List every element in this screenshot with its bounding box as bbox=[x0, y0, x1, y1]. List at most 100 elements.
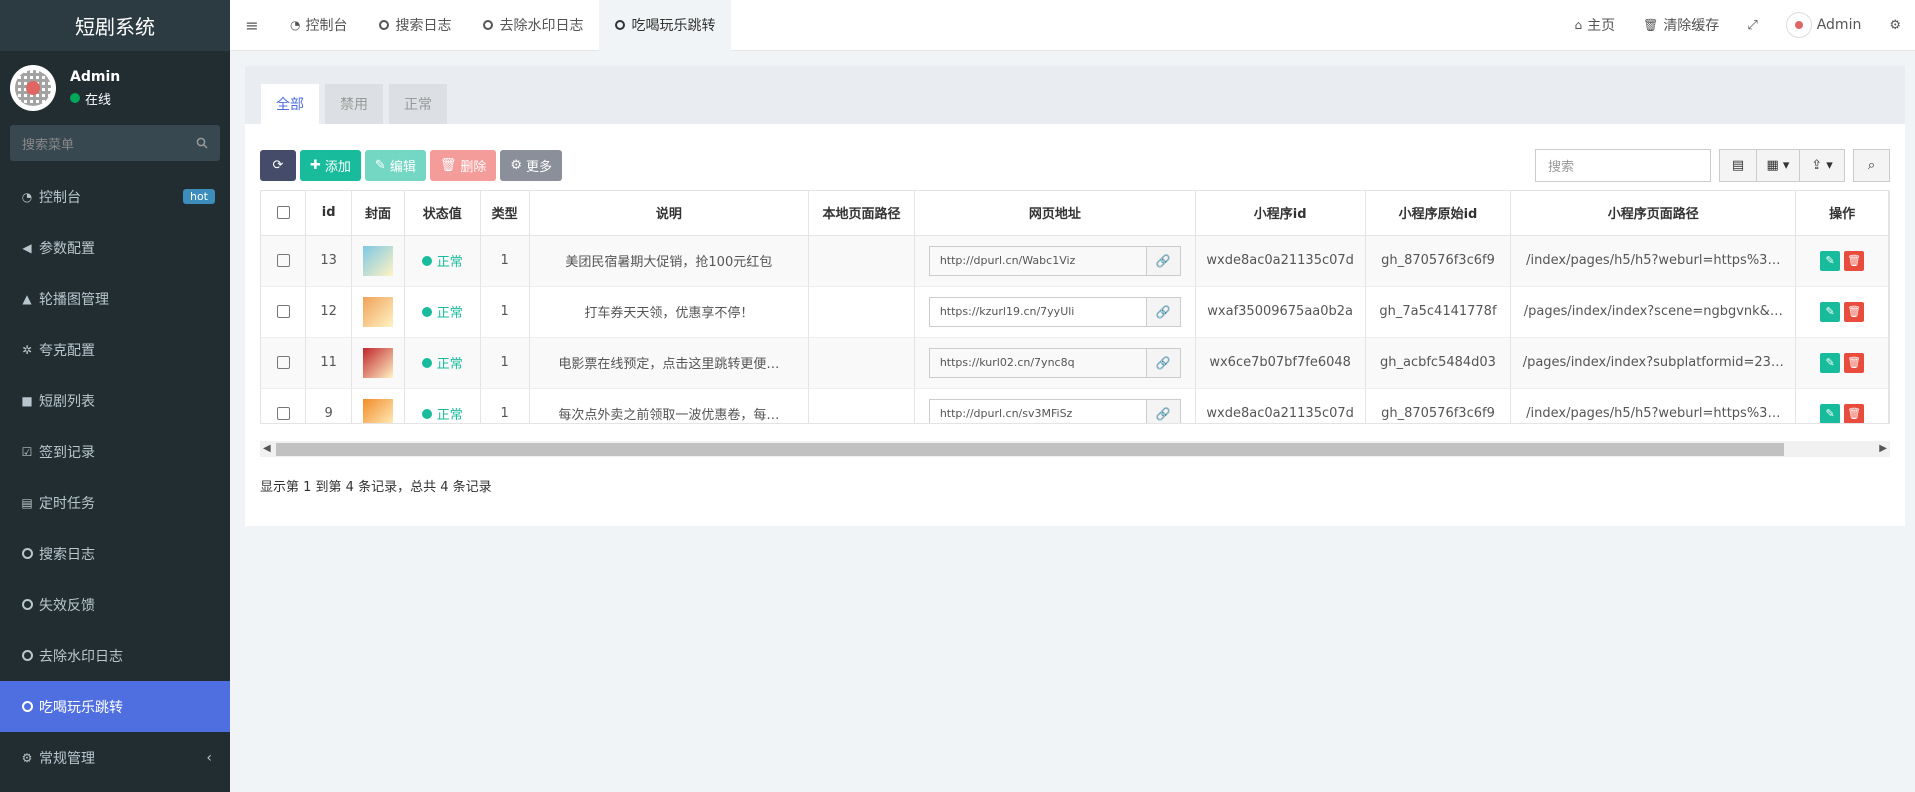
url-text[interactable]: https://kzurl19.cn/7yyUli bbox=[930, 298, 1146, 326]
table-search-input[interactable]: 搜索 bbox=[1535, 148, 1711, 182]
sidebar-item-drama-list[interactable]: ■ 短剧列表 bbox=[0, 375, 230, 426]
edit-row-button[interactable]: ✎ bbox=[1820, 301, 1841, 322]
cover-thumbnail[interactable] bbox=[363, 347, 393, 378]
url-field[interactable]: http://dpurl.cn/Wabc1Viz 🔗 bbox=[928, 245, 1181, 276]
tab-normal[interactable]: 正常 bbox=[389, 84, 447, 124]
row-select-cell[interactable] bbox=[261, 388, 307, 423]
sidebar-item-feedback[interactable]: 失效反馈 bbox=[0, 579, 230, 630]
edit-row-button[interactable]: ✎ bbox=[1820, 403, 1841, 423]
horizontal-scrollbar[interactable]: ◀ ▶ bbox=[260, 441, 1890, 457]
scroll-right-icon[interactable]: ▶ bbox=[1879, 441, 1887, 457]
sidebar-item-search-log[interactable]: 搜索日志 bbox=[0, 528, 230, 579]
columns-button[interactable]: ▦ ▾ bbox=[1756, 148, 1800, 182]
tab-dashboard[interactable]: ◔ 控制台 bbox=[274, 0, 363, 51]
sidebar-item-signin[interactable]: ☑ 签到记录 bbox=[0, 426, 230, 477]
settings-button[interactable]: ⚙ bbox=[1875, 18, 1915, 33]
row-checkbox[interactable] bbox=[276, 254, 290, 267]
home-link[interactable]: ⌂ 主页 bbox=[1560, 15, 1629, 35]
edit-row-button[interactable]: ✎ bbox=[1820, 352, 1841, 373]
sidebar-toggle-icon[interactable]: ≡ bbox=[230, 16, 274, 35]
cell-id: 12 bbox=[305, 286, 353, 338]
status-tabs: 全部 禁用 正常 bbox=[245, 66, 1905, 124]
table-row[interactable]: 9 正常 1 每次点外卖之前领取一波优惠卷，每… http://dpurl.cn/sv3… bbox=[261, 388, 1889, 424]
edit-button[interactable]: ✎ 编辑 bbox=[364, 149, 426, 181]
link-icon[interactable]: 🔗 bbox=[1145, 246, 1180, 275]
sidebar-item-label: 吃喝玩乐跳转 bbox=[39, 699, 123, 716]
row-select-cell[interactable] bbox=[261, 337, 307, 389]
sidebar-item-quark[interactable]: ✲ 夸克配置 bbox=[0, 324, 230, 375]
tab-food-jump[interactable]: 吃喝玩乐跳转 bbox=[599, 0, 732, 51]
more-button[interactable]: ⚙ 更多 bbox=[500, 149, 563, 181]
select-all-checkbox[interactable] bbox=[276, 206, 290, 220]
cover-thumbnail[interactable] bbox=[363, 398, 393, 423]
advanced-search-button[interactable]: ⌕ bbox=[1853, 148, 1890, 182]
url-field[interactable]: http://dpurl.cn/sv3MFiSz 🔗 bbox=[928, 398, 1181, 424]
cell-cover[interactable] bbox=[351, 286, 405, 338]
col-id[interactable]: id bbox=[305, 191, 353, 236]
chevron-left-icon[interactable]: ‹ bbox=[206, 750, 212, 766]
url-field[interactable]: https://kzurl19.cn/7yyUli 🔗 bbox=[928, 296, 1181, 327]
fullscreen-button[interactable]: ⤢ bbox=[1733, 18, 1771, 33]
circle-icon bbox=[379, 20, 390, 30]
url-text[interactable]: https://kurl02.cn/7ync8q bbox=[930, 349, 1146, 377]
avatar bbox=[1785, 12, 1812, 38]
link-icon[interactable]: 🔗 bbox=[1145, 399, 1180, 423]
cell-cover[interactable] bbox=[351, 388, 405, 423]
delete-button[interactable]: 🗑 删除 bbox=[429, 149, 497, 181]
cell-type: 1 bbox=[480, 286, 530, 338]
row-select-cell[interactable] bbox=[261, 286, 307, 338]
scroll-left-icon[interactable]: ◀ bbox=[263, 441, 271, 457]
sidebar-item-dashboard[interactable]: ◔ 控制台 hot bbox=[0, 171, 230, 222]
cell-url: https://kurl02.cn/7ync8q 🔗 bbox=[914, 337, 1196, 389]
row-checkbox[interactable] bbox=[276, 356, 290, 369]
select-all-cell[interactable] bbox=[261, 191, 307, 236]
link-icon[interactable]: 🔗 bbox=[1145, 297, 1180, 326]
export-button[interactable]: ⇪ ▾ bbox=[1799, 148, 1845, 182]
app-logo[interactable]: 短剧系统 bbox=[0, 0, 230, 51]
col-status[interactable]: 状态值 bbox=[404, 191, 481, 236]
cell-cover[interactable] bbox=[351, 337, 405, 389]
cell-cover[interactable] bbox=[351, 235, 405, 287]
table-row[interactable]: 12 正常 1 打车券天天领，优惠享不停！ https://kzurl19.cn/7yy… bbox=[261, 286, 1889, 338]
row-checkbox[interactable] bbox=[276, 407, 290, 420]
online-dot-icon bbox=[70, 93, 80, 103]
cell-actions: ✎ 🗑 bbox=[1795, 286, 1889, 338]
sidebar-item-carousel[interactable]: ▲ 轮播图管理 bbox=[0, 273, 230, 324]
cover-thumbnail[interactable] bbox=[363, 245, 393, 276]
sidebar-item-params[interactable]: ◀ 参数配置 bbox=[0, 222, 230, 273]
tab-all[interactable]: 全部 bbox=[261, 84, 319, 124]
delete-row-button[interactable]: 🗑 bbox=[1844, 301, 1865, 322]
table-row[interactable]: 13 正常 1 美团民宿暑期大促销，抢100元红包 http://dpurl.cn/Wa… bbox=[261, 235, 1889, 287]
url-text[interactable]: http://dpurl.cn/Wabc1Viz bbox=[930, 247, 1146, 275]
link-icon[interactable]: 🔗 bbox=[1145, 348, 1180, 377]
sidebar-item-general[interactable]: ⚙ 常规管理 ‹ bbox=[0, 732, 230, 783]
url-text[interactable]: http://dpurl.cn/sv3MFiSz bbox=[930, 400, 1146, 424]
delete-row-button[interactable]: 🗑 bbox=[1844, 403, 1865, 423]
clear-cache-button[interactable]: 🗑 清除缓存 bbox=[1629, 15, 1733, 35]
table-row[interactable]: 11 正常 1 电影票在线预定，点击这里跳转更便… https://kurl02.cn/… bbox=[261, 337, 1889, 389]
scrollbar-thumb[interactable] bbox=[276, 443, 1784, 456]
tab-search-log[interactable]: 搜索日志 bbox=[363, 0, 467, 51]
row-checkbox[interactable] bbox=[276, 305, 290, 318]
cell-type: 1 bbox=[480, 235, 530, 287]
status-dot-icon bbox=[421, 306, 432, 317]
delete-row-button[interactable]: 🗑 bbox=[1844, 352, 1865, 373]
user-menu[interactable]: Admin bbox=[1772, 12, 1876, 38]
edit-row-button[interactable]: ✎ bbox=[1820, 250, 1841, 271]
menu-search-input[interactable]: 搜索菜单 bbox=[10, 125, 220, 161]
refresh-button[interactable]: ⟳ bbox=[260, 149, 296, 181]
sidebar-item-watermark-log[interactable]: 去除水印日志 bbox=[0, 630, 230, 681]
cover-thumbnail[interactable] bbox=[363, 296, 393, 327]
tab-watermark-log[interactable]: 去除水印日志 bbox=[467, 0, 599, 51]
toggle-view-button[interactable]: ▤ bbox=[1719, 148, 1757, 182]
tab-disabled[interactable]: 禁用 bbox=[325, 84, 383, 124]
add-button[interactable]: ✚ 添加 bbox=[300, 149, 361, 181]
cell-page-path: /pages/index/index?scene=ngbgvnk&… bbox=[1510, 286, 1797, 338]
search-icon bbox=[196, 137, 208, 149]
url-field[interactable]: https://kurl02.cn/7ync8q 🔗 bbox=[928, 347, 1181, 378]
sidebar-item-food-jump[interactable]: 吃喝玩乐跳转 bbox=[0, 681, 230, 732]
row-select-cell[interactable] bbox=[261, 235, 307, 287]
col-type[interactable]: 类型 bbox=[480, 191, 530, 236]
sidebar-item-cron[interactable]: ▤ 定时任务 bbox=[0, 477, 230, 528]
delete-row-button[interactable]: 🗑 bbox=[1844, 250, 1865, 271]
